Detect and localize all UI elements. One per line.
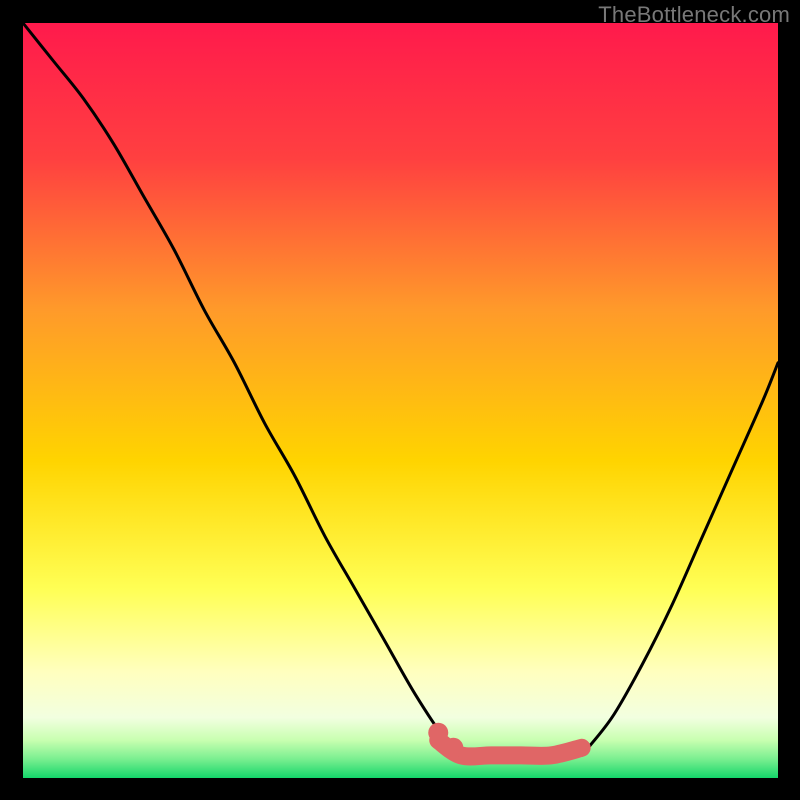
right-curve: [582, 363, 778, 756]
chart-frame: TheBottleneck.com: [0, 0, 800, 800]
marker-dot: [443, 738, 463, 758]
left-curve: [23, 23, 461, 755]
watermark-text: TheBottleneck.com: [598, 2, 790, 28]
curves-layer: [23, 23, 778, 778]
marker-dot: [428, 723, 448, 743]
